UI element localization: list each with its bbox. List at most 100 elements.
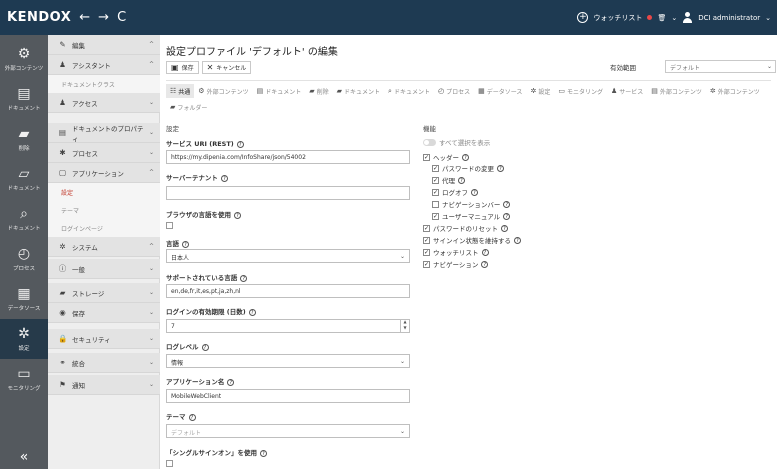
rail-settings[interactable]: ✲ 設定 bbox=[0, 319, 48, 359]
scope-select[interactable]: デフォルト ⌄ bbox=[665, 60, 776, 73]
tab-documents-2[interactable]: ▰ ドキュメント bbox=[333, 84, 384, 98]
server-tenant-input[interactable] bbox=[166, 186, 410, 200]
rail-documents[interactable]: ▤ ドキュメント bbox=[0, 79, 48, 119]
forward-arrow-icon[interactable]: → bbox=[98, 10, 109, 25]
log-level-select[interactable]: 情報 ⌄ bbox=[166, 354, 410, 368]
tab-datasources[interactable]: ▦ データソース bbox=[474, 84, 526, 98]
help-icon[interactable]: ? bbox=[462, 153, 469, 161]
tab-delete[interactable]: ▰ 削除 bbox=[305, 84, 332, 98]
caret-up-icon[interactable]: ▲ bbox=[403, 319, 406, 324]
tab-external-content[interactable]: ⚙ 外部コンテンツ bbox=[194, 84, 252, 98]
help-icon[interactable]: ? bbox=[220, 175, 228, 182]
function-header[interactable]: ✓ ヘッダー? bbox=[423, 152, 469, 162]
theme-select[interactable]: デフォルト ⌄ bbox=[166, 424, 410, 438]
tab-external-content-3[interactable]: ✲ 外部コンテンツ bbox=[706, 84, 764, 98]
nav-storage[interactable]: ▰ ストレージ ⌄ bbox=[48, 283, 160, 303]
help-icon[interactable]: ? bbox=[240, 275, 248, 282]
help-icon[interactable]: ? bbox=[458, 176, 465, 184]
tab-service[interactable]: ♟ サービス bbox=[607, 84, 647, 98]
tab-processes[interactable]: ◴ プロセス bbox=[434, 84, 474, 98]
help-icon[interactable]: ? bbox=[248, 309, 256, 316]
function-change-password[interactable]: ✓ パスワードの変更? bbox=[432, 163, 504, 173]
nav-notifications[interactable]: ⚑ 通知 ⌄ bbox=[48, 375, 160, 395]
help-icon[interactable]: ? bbox=[501, 224, 508, 232]
user-chevron-down-icon[interactable]: ⌄ bbox=[765, 14, 771, 22]
rail-documents-2[interactable]: ▱ ドキュメント bbox=[0, 159, 48, 199]
nav-document-class[interactable]: ドキュメントクラス bbox=[48, 75, 160, 93]
tab-folder[interactable]: ▰ フォルダー bbox=[166, 100, 211, 114]
user-icon[interactable] bbox=[682, 12, 693, 23]
help-icon[interactable]: ? bbox=[227, 379, 235, 386]
function-delegate[interactable]: ✓ 代理? bbox=[432, 175, 465, 185]
function-logoff[interactable]: ✓ ログオフ? bbox=[432, 187, 478, 197]
toggle-switch[interactable] bbox=[423, 138, 436, 146]
function-stay-signed-in[interactable]: ✓ サインイン状態を維持する? bbox=[423, 235, 521, 245]
function-watchlist[interactable]: ✓ ウォッチリスト? bbox=[423, 247, 489, 257]
rail-processes[interactable]: ◴ プロセス bbox=[0, 239, 48, 279]
refresh-icon[interactable]: C bbox=[117, 10, 126, 25]
help-icon[interactable]: ? bbox=[236, 141, 244, 148]
nav-edit[interactable]: ✎ 編集 ^ bbox=[48, 35, 160, 55]
nav-general[interactable]: ⓘ 一般 ⌄ bbox=[48, 259, 160, 279]
nav-system[interactable]: ✲ システム ^ bbox=[48, 237, 160, 257]
save-button[interactable]: ▣ 保存 bbox=[166, 61, 199, 74]
stepper-arrows[interactable]: ▲ ▼ bbox=[400, 319, 409, 333]
checkbox[interactable]: ✓ bbox=[423, 153, 430, 161]
checkbox[interactable]: ✓ bbox=[432, 212, 439, 220]
collapse-icon[interactable]: « bbox=[0, 449, 48, 465]
rail-monitoring[interactable]: ▭ モニタリング bbox=[0, 359, 48, 399]
nav-save[interactable]: ◉ 保存 ⌄ bbox=[48, 303, 160, 323]
checkbox[interactable]: ✓ bbox=[423, 236, 430, 244]
show-all-toggle[interactable]: すべて選択を表示 bbox=[423, 137, 490, 147]
plus-circle-icon[interactable]: + bbox=[577, 12, 589, 23]
function-navigation-bar[interactable]: ナビゲーションバー? bbox=[432, 199, 511, 209]
help-icon[interactable]: ? bbox=[234, 212, 241, 219]
chevron-down-icon[interactable]: ⌄ bbox=[671, 14, 677, 22]
language-select[interactable]: 日本人 ⌄ bbox=[166, 249, 410, 263]
checkbox[interactable]: ✓ bbox=[423, 224, 430, 232]
help-icon[interactable]: ? bbox=[514, 236, 521, 244]
sso-checkbox[interactable] bbox=[166, 460, 173, 467]
tab-search[interactable]: ⌕ ドキュメント bbox=[384, 84, 434, 98]
login-validity-stepper[interactable]: 7 ▲ ▼ bbox=[166, 319, 410, 333]
rail-external-content[interactable]: ⚙ 外部コンテンツ bbox=[0, 39, 48, 79]
nav-integration[interactable]: ⚭ 統合 ⌄ bbox=[48, 353, 160, 373]
nav-theme[interactable]: テーマ bbox=[48, 201, 160, 219]
help-icon[interactable]: ? bbox=[503, 200, 511, 208]
back-arrow-icon[interactable]: ← bbox=[79, 10, 90, 25]
trash-icon[interactable]: 🗑 bbox=[657, 14, 666, 22]
checkbox[interactable]: ✓ bbox=[432, 164, 439, 172]
help-icon[interactable]: ? bbox=[182, 241, 189, 248]
tab-external-content-2[interactable]: ▤ 外部コンテンツ bbox=[647, 84, 706, 98]
nav-document-properties[interactable]: ▤ ドキュメントのプロパティ ⌄ bbox=[48, 123, 160, 143]
tab-common[interactable]: ☷ 共通 bbox=[166, 84, 195, 98]
tab-settings[interactable]: ✲ 設定 bbox=[526, 84, 554, 98]
application-name-input[interactable]: MobileWebClient bbox=[166, 389, 410, 403]
help-icon[interactable]: ? bbox=[503, 212, 511, 220]
nav-access[interactable]: ♟ アクセス ⌄ bbox=[48, 93, 160, 113]
nav-processes[interactable]: ✱ プロセス ⌄ bbox=[48, 143, 160, 163]
function-navigation[interactable]: ✓ ナビゲーション? bbox=[423, 259, 489, 269]
function-password-reset[interactable]: ✓ パスワードのリセット? bbox=[423, 223, 508, 233]
supported-languages-input[interactable]: en,de,fr,it,es,pt,ja,zh,nl bbox=[166, 284, 410, 298]
user-name[interactable]: DCI administrator bbox=[698, 14, 760, 22]
browser-language-checkbox[interactable] bbox=[166, 222, 173, 229]
cancel-button[interactable]: ✕ キャンセル bbox=[201, 61, 252, 74]
help-icon[interactable]: ? bbox=[481, 248, 489, 256]
checkbox[interactable]: ✓ bbox=[432, 176, 439, 184]
nav-security[interactable]: 🔒 セキュリティ ⌄ bbox=[48, 329, 160, 349]
checkbox[interactable] bbox=[432, 200, 439, 208]
help-icon[interactable]: ? bbox=[188, 414, 196, 421]
nav-assistant[interactable]: ♟ アシスタント ^ bbox=[48, 55, 160, 75]
tab-documents[interactable]: ▤ ドキュメント bbox=[253, 84, 306, 98]
rail-delete[interactable]: ▰ 削除 bbox=[0, 119, 48, 159]
help-icon[interactable]: ? bbox=[497, 164, 504, 172]
nav-settings[interactable]: 設定 bbox=[48, 183, 160, 201]
help-icon[interactable]: ? bbox=[471, 188, 478, 196]
nav-application[interactable]: ▢ アプリケーション ^ bbox=[48, 163, 160, 183]
function-user-manual[interactable]: ✓ ユーザーマニュアル? bbox=[432, 211, 511, 221]
checkbox[interactable]: ✓ bbox=[432, 188, 439, 196]
tab-monitoring[interactable]: ▭ モニタリング bbox=[554, 84, 607, 98]
watchlist-link[interactable]: ウォッチリスト bbox=[593, 13, 642, 23]
checkbox[interactable]: ✓ bbox=[423, 260, 430, 268]
